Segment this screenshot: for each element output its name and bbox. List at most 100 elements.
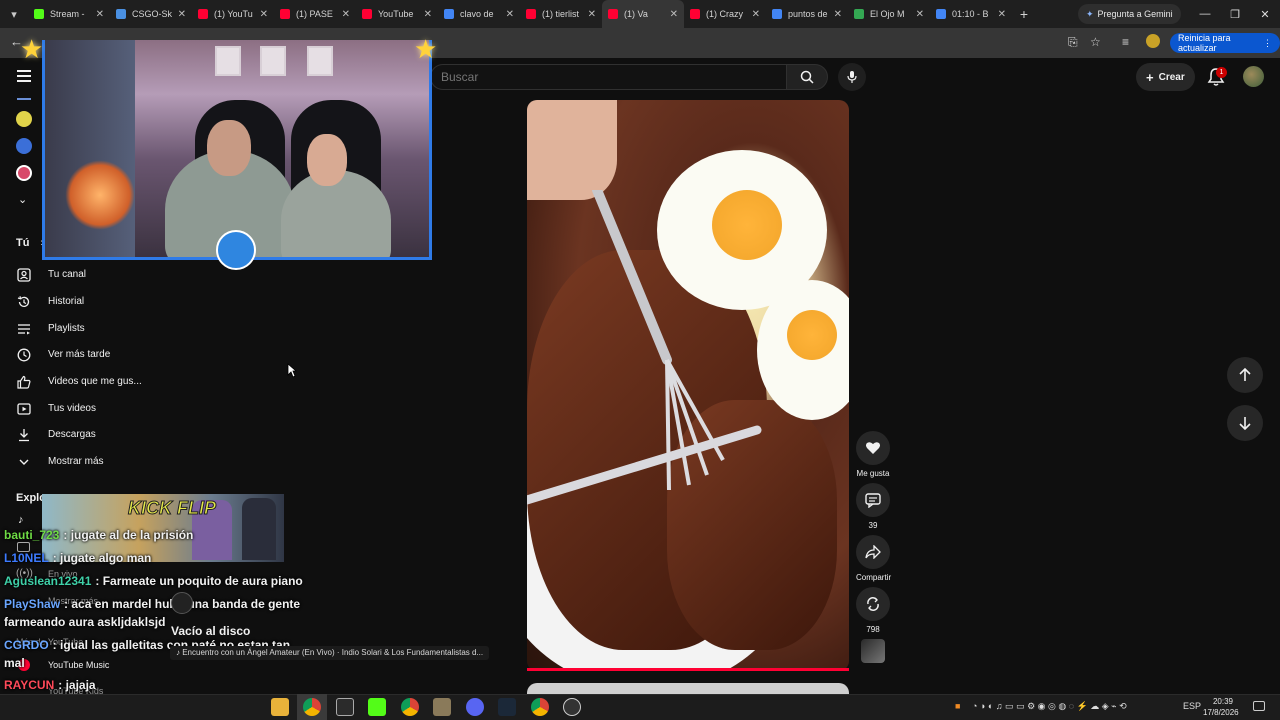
tab-close-icon[interactable]: ✕: [834, 9, 842, 20]
close-window-button[interactable]: ✕: [1250, 0, 1280, 28]
search-input[interactable]: [431, 65, 786, 89]
tab-close-icon[interactable]: ✕: [588, 9, 596, 20]
update-label: Reinicia para actualizar: [1178, 33, 1231, 53]
sidebar-item-channel[interactable]: Tu canal: [0, 262, 220, 288]
search-button[interactable]: [786, 64, 828, 90]
language-indicator[interactable]: ESP: [1183, 701, 1201, 711]
create-label: Crear: [1158, 71, 1185, 83]
comments-button[interactable]: 39: [856, 483, 890, 530]
account-avatar[interactable]: [1243, 66, 1264, 87]
gemini-button[interactable]: ✦ Pregunta a Gemini: [1078, 4, 1181, 24]
maximize-button[interactable]: ❐: [1220, 0, 1250, 28]
browser-tab[interactable]: clavo de ✕: [438, 0, 520, 28]
subscription-avatar-3[interactable]: [16, 165, 32, 181]
subscription-avatar-1[interactable]: [16, 111, 32, 127]
voice-search-button[interactable]: [838, 63, 866, 91]
tab-close-icon[interactable]: ✕: [670, 9, 678, 20]
browser-tab[interactable]: (1) tierlist ✕: [520, 0, 602, 28]
music-note-icon: ♪: [18, 514, 24, 526]
tab-close-icon[interactable]: ✕: [998, 9, 1006, 20]
tab-close-icon[interactable]: ✕: [752, 9, 760, 20]
sidebar-item-label: Mostrar más: [48, 456, 104, 467]
short-video-player[interactable]: [527, 100, 849, 671]
tab-close-icon[interactable]: ✕: [916, 9, 924, 20]
now-playing-title: Vacío al disco: [171, 624, 251, 638]
chat-message: mal: [4, 656, 25, 670]
tab-close-icon[interactable]: ✕: [260, 9, 268, 20]
share-arrow-icon: [865, 545, 881, 559]
bookmark-star-icon[interactable]: ☆: [1090, 35, 1101, 49]
tab-favicon-icon: [690, 9, 700, 19]
profile-icon[interactable]: [1146, 34, 1160, 48]
kick-icon[interactable]: [368, 698, 386, 716]
sound-thumbnail[interactable]: [861, 639, 885, 663]
like-button[interactable]: Me gusta: [856, 431, 890, 478]
sidebar-item-history[interactable]: Historial: [0, 289, 220, 315]
tab-favicon-icon: [936, 9, 946, 19]
tab-close-icon[interactable]: ✕: [506, 9, 514, 20]
previous-short-button[interactable]: [1227, 357, 1263, 393]
taskbar-clock[interactable]: 20:39 17/8/2026: [1203, 696, 1239, 718]
tray-icon[interactable]: ■: [955, 701, 960, 711]
tab-close-icon[interactable]: ✕: [342, 9, 350, 20]
tray-icons[interactable]: ◔ ◑ ◐ ♫ ▭ ▭ ⚙ ◉ ◎ ◍ ◌ ⚡ ☁ ◈ ⌁ ⟲: [972, 701, 1127, 712]
browser-tab[interactable]: 01:10 - B ✕: [930, 0, 1012, 28]
hamburger-menu-icon[interactable]: [17, 70, 31, 82]
file-explorer-icon[interactable]: [271, 698, 289, 716]
star-decoration-icon: ★: [414, 34, 438, 64]
sidebar-item-chevron-down[interactable]: Mostrar más: [0, 449, 220, 475]
browser-tab[interactable]: (1) YouTu ✕: [192, 0, 274, 28]
browser-tab[interactable]: El Ojo M ✕: [848, 0, 930, 28]
browser-tab[interactable]: CSGO-Sk ✕: [110, 0, 192, 28]
browser-tab[interactable]: Stream - ✕: [28, 0, 110, 28]
channel-partial-icon[interactable]: [17, 92, 31, 100]
tab-favicon-icon: [444, 9, 454, 19]
notifications-center-icon[interactable]: [1253, 701, 1265, 711]
video-progress-bar[interactable]: [527, 668, 849, 671]
reading-list-icon[interactable]: ≡: [1122, 35, 1129, 49]
sidebar-item-label: Videos que me gus...: [48, 376, 142, 387]
tab-favicon-icon: [34, 9, 44, 19]
sidebar-item-download[interactable]: Descargas: [0, 422, 220, 448]
update-button[interactable]: Reinicia para actualizar ⋮: [1170, 33, 1280, 53]
tab-label: (1) PASE: [296, 9, 333, 19]
app-icon[interactable]: [433, 698, 451, 716]
tab-search-icon[interactable]: ▾: [0, 0, 28, 28]
guest-face: [307, 134, 347, 186]
tab-close-icon[interactable]: ✕: [178, 9, 186, 20]
chrome-icon[interactable]: [303, 698, 321, 716]
browser-tab[interactable]: (1) Va ✕: [602, 0, 684, 28]
steam-icon[interactable]: [498, 698, 516, 716]
remix-button[interactable]: 798: [856, 587, 890, 634]
show-more-subscriptions-icon[interactable]: ⌄: [18, 193, 27, 206]
tab-favicon-icon: [526, 9, 536, 19]
create-button[interactable]: + Crear: [1136, 63, 1195, 91]
tab-favicon-icon: [280, 9, 290, 19]
install-app-icon[interactable]: ⎘: [1068, 35, 1078, 50]
sidebar-item-thumb-up[interactable]: Videos que me gus...: [0, 369, 220, 395]
sidebar-item-youtube-music[interactable]: YouTube Music: [48, 660, 109, 670]
chrome-icon[interactable]: [531, 698, 549, 716]
sidebar-item-playlist[interactable]: Playlists: [0, 316, 220, 342]
chrome-icon[interactable]: [401, 698, 419, 716]
browser-tab[interactable]: (1) Crazy ✕: [684, 0, 766, 28]
you-section-title[interactable]: Tú ›: [16, 237, 44, 249]
microphone-icon: [847, 71, 857, 83]
tab-close-icon[interactable]: ✕: [424, 9, 432, 20]
obs-icon[interactable]: [563, 698, 581, 716]
clock-date: 17/8/2026: [1203, 708, 1239, 717]
minimize-button[interactable]: —: [1190, 0, 1220, 28]
discord-icon[interactable]: [466, 698, 484, 716]
browser-tab[interactable]: (1) PASE ✕: [274, 0, 356, 28]
tab-close-icon[interactable]: ✕: [96, 9, 104, 20]
next-short-button[interactable]: [1227, 405, 1263, 441]
browser-tab[interactable]: YouTube ✕: [356, 0, 438, 28]
app-icon[interactable]: [336, 698, 354, 716]
share-button[interactable]: Compartir: [856, 535, 891, 582]
subscription-avatar-2[interactable]: [16, 138, 32, 154]
like-label: Me gusta: [856, 469, 890, 478]
new-tab-button[interactable]: +: [1012, 6, 1036, 22]
sidebar-item-clock[interactable]: Ver más tarde: [0, 342, 220, 368]
sidebar-item-video[interactable]: Tus videos: [0, 396, 220, 422]
browser-tab[interactable]: puntos de ✕: [766, 0, 848, 28]
